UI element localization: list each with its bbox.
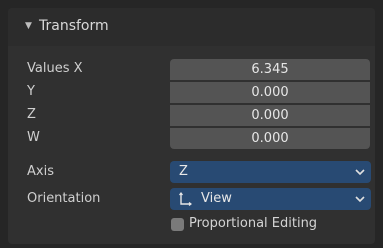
transform-panel: ▼ Transform Values X 6.345 Y 0.000 Z 0.0… xyxy=(8,8,375,244)
chevron-down-icon xyxy=(355,196,365,203)
z-label: Z xyxy=(27,107,36,122)
orientation-axes-icon xyxy=(179,192,192,206)
z-field[interactable]: 0.000 xyxy=(170,105,370,126)
proportional-editing-checkbox[interactable] xyxy=(171,218,184,231)
orientation-value: View xyxy=(201,191,232,206)
orientation-label: Orientation xyxy=(27,191,101,206)
axis-label: Axis xyxy=(27,164,54,179)
proportional-editing-label[interactable]: Proportional Editing xyxy=(189,214,317,234)
chevron-down-icon xyxy=(355,169,365,176)
y-label: Y xyxy=(27,84,35,99)
values-x-field[interactable]: 6.345 xyxy=(170,59,370,80)
y-field[interactable]: 0.000 xyxy=(170,82,370,103)
panel-header[interactable]: ▼ Transform xyxy=(8,8,375,46)
w-label: W xyxy=(27,130,40,145)
orientation-dropdown[interactable]: View xyxy=(170,188,371,210)
properties-frame: ▼ Transform Values X 6.345 Y 0.000 Z 0.0… xyxy=(0,0,383,248)
w-field[interactable]: 0.000 xyxy=(170,128,370,149)
panel-title: Transform xyxy=(39,18,109,34)
axis-value: Z xyxy=(179,164,188,179)
axis-dropdown[interactable]: Z xyxy=(170,161,371,183)
disclosure-triangle-down-icon[interactable]: ▼ xyxy=(25,21,32,31)
values-x-label: Values X xyxy=(27,61,83,76)
